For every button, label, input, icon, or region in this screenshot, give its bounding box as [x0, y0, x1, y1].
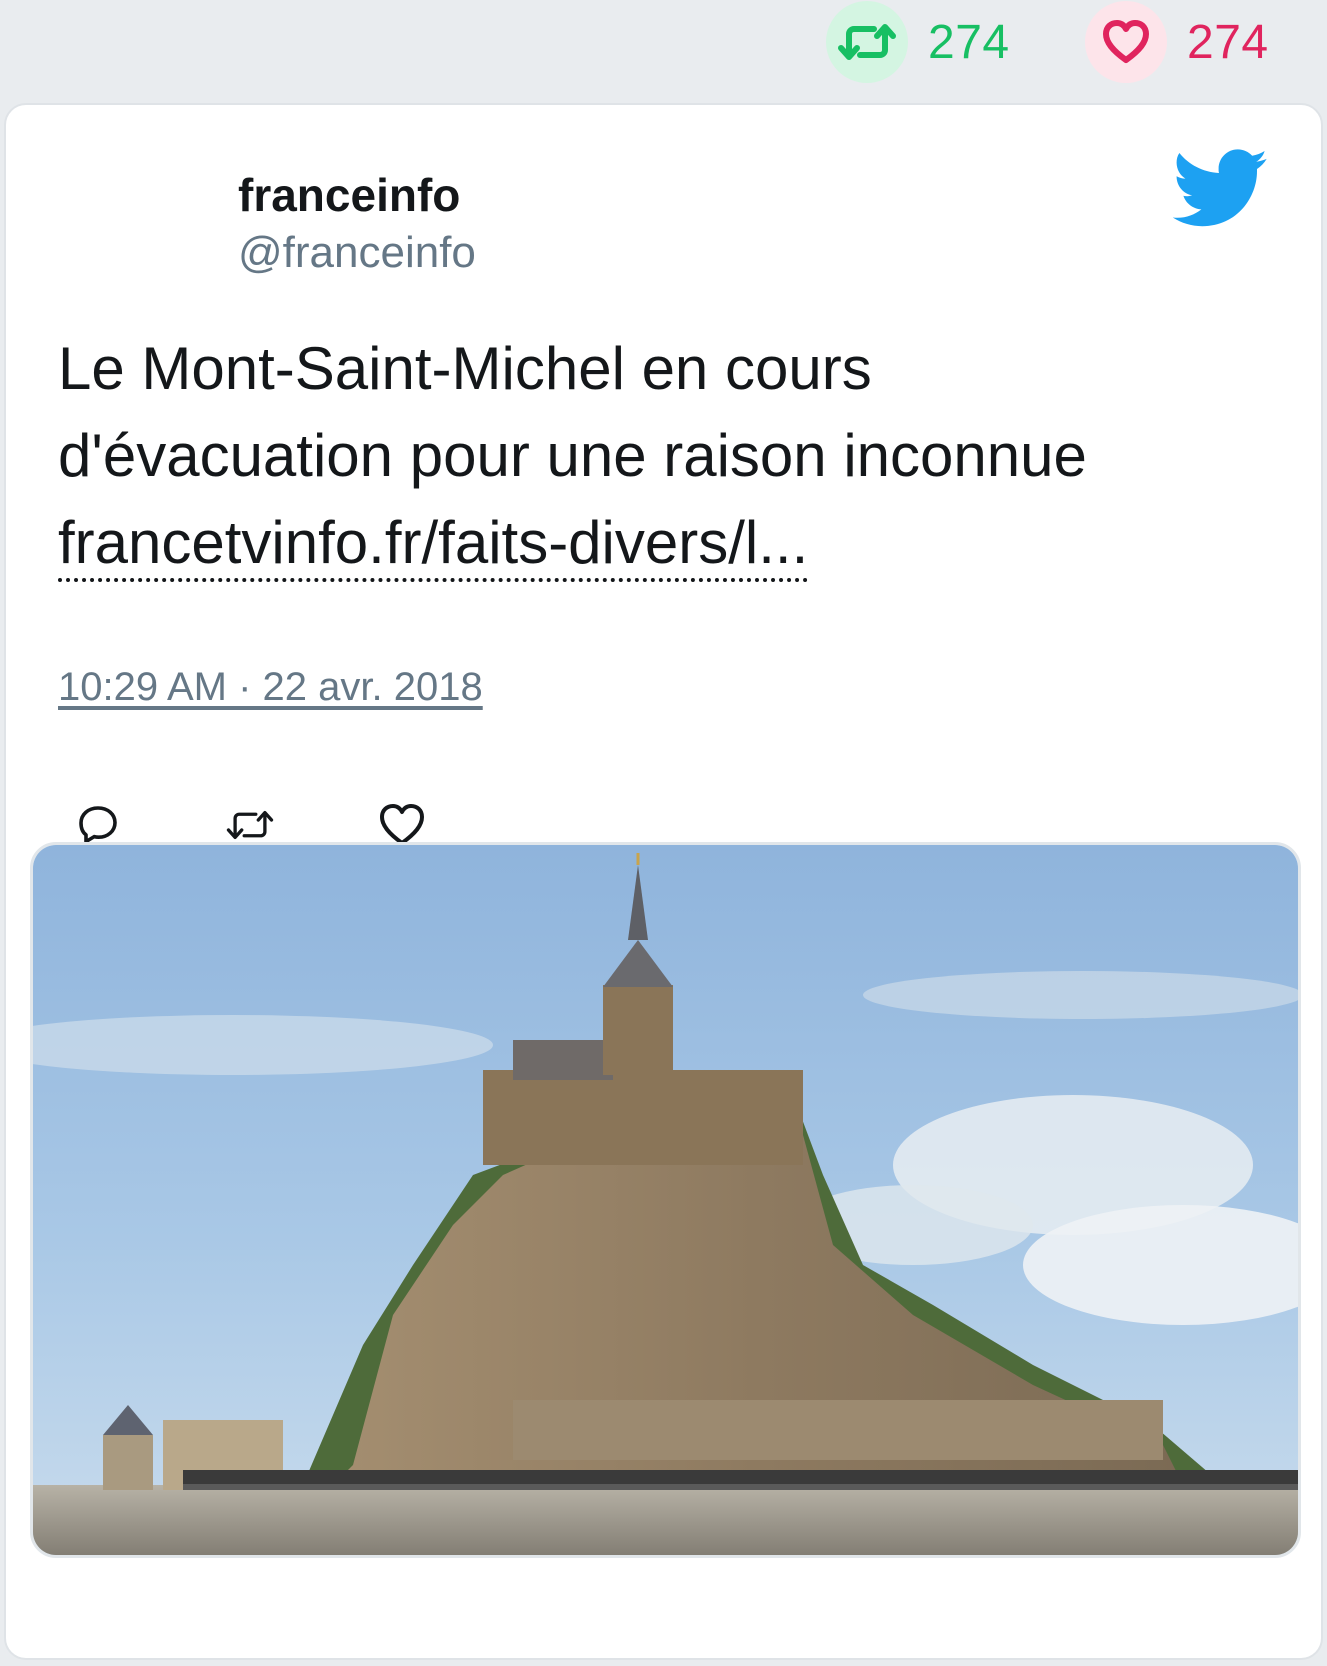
tweet-text-line: Le Mont-Saint-Michel en cours	[58, 335, 872, 402]
retweet-count: 274	[928, 15, 1010, 69]
retweet-stat[interactable]: 274	[826, 1, 1010, 83]
tweet-timestamp[interactable]: 10:29 AM · 22 avr. 2018	[58, 665, 483, 710]
tweet-text: Le Mont-Saint-Michel en cours d'évacuati…	[58, 325, 1268, 586]
engagement-stats: 274 274	[0, 0, 1327, 100]
article-link[interactable]: francetvinfo.fr/faits-divers/l...	[58, 508, 809, 582]
author-handle[interactable]: @franceinfo	[238, 223, 476, 283]
like-count: 274	[1187, 15, 1269, 69]
like-stat[interactable]: 274	[1085, 1, 1269, 83]
twitter-bird-icon[interactable]	[1172, 149, 1269, 229]
heart-icon[interactable]	[1085, 1, 1167, 83]
retweet-icon[interactable]	[826, 1, 908, 83]
author-block[interactable]: franceinfo @franceinfo	[238, 167, 476, 283]
author-name[interactable]: franceinfo	[238, 167, 476, 223]
tweet-text-line: d'évacuation pour une raison inconnue	[58, 422, 1087, 489]
tweet-card: franceinfo @franceinfo Le Mont-Saint-Mic…	[4, 103, 1323, 1660]
mont-saint-michel-photo	[33, 845, 1298, 1555]
tweet-media-image[interactable]	[30, 842, 1301, 1558]
